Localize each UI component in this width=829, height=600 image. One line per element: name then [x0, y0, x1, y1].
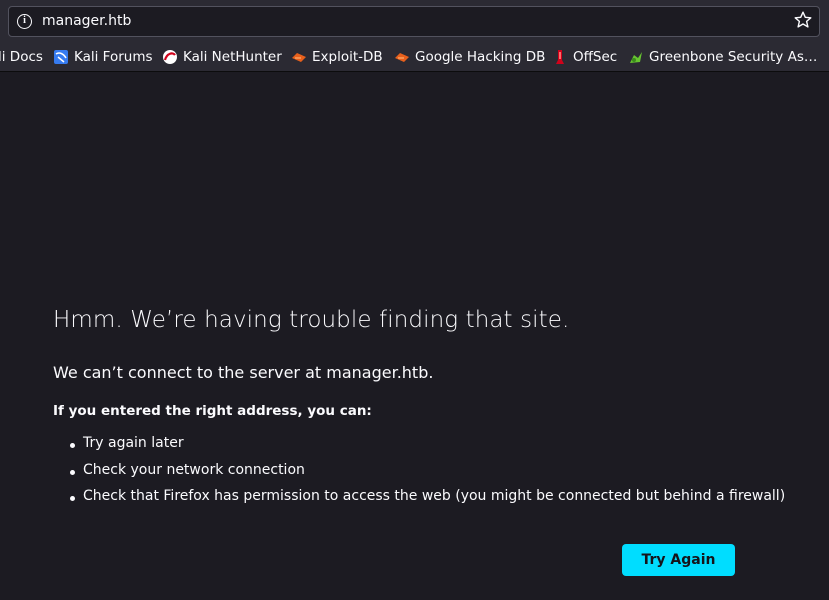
offsec-icon	[556, 50, 564, 64]
bookmark-label: li Docs	[0, 49, 43, 65]
suggestion-item: Try again later	[53, 435, 785, 462]
bookmark-exploit-db[interactable]: Exploit-DB	[291, 48, 383, 66]
bookmark-kali-forums[interactable]: Kali Forums	[53, 48, 153, 66]
suggestions-list: Try again later Check your network conne…	[53, 435, 785, 515]
bookmark-greenbone[interactable]: Greenbone Security As…	[628, 48, 817, 66]
bookmark-label: Exploit-DB	[312, 49, 383, 65]
try-again-button[interactable]: Try Again	[622, 544, 735, 576]
exploit-db-icon	[292, 53, 306, 62]
bookmarks-toolbar: li Docs Kali Forums Kali NetHunter Explo…	[0, 42, 829, 72]
bookmark-label: OffSec	[573, 49, 618, 65]
bookmark-label: Greenbone Security As…	[649, 49, 818, 65]
google-hacking-db-icon	[395, 53, 409, 62]
kali-nethunter-icon	[163, 50, 177, 64]
kali-forums-icon	[54, 50, 68, 64]
suggestions-heading: If you entered the right address, you ca…	[53, 403, 372, 419]
url-bar[interactable]: i manager.htb	[8, 6, 820, 37]
star-icon[interactable]	[793, 10, 813, 30]
suggestion-item: Check your network connection	[53, 462, 785, 489]
navigation-toolbar: i manager.htb	[0, 0, 829, 42]
error-message: We can’t connect to the server at manage…	[53, 363, 434, 382]
bookmark-google-hacking-db[interactable]: Google Hacking DB	[394, 48, 545, 66]
bookmark-offsec[interactable]: OffSec	[552, 48, 617, 66]
greenbone-icon	[630, 52, 642, 63]
bookmark-label: Google Hacking DB	[415, 49, 546, 65]
error-page: Hmm. We’re having trouble finding that s…	[0, 73, 829, 600]
bookmark-kali-docs[interactable]: li Docs	[0, 48, 43, 66]
bookmark-label: Kali Forums	[74, 49, 153, 65]
suggestion-item: Check that Firefox has permission to acc…	[53, 488, 785, 515]
error-title: Hmm. We’re having trouble finding that s…	[53, 307, 570, 333]
bookmark-label: Kali NetHunter	[183, 49, 282, 65]
bookmark-kali-nethunter[interactable]: Kali NetHunter	[162, 48, 282, 66]
info-icon[interactable]: i	[17, 14, 32, 29]
url-text[interactable]: manager.htb	[42, 13, 131, 29]
